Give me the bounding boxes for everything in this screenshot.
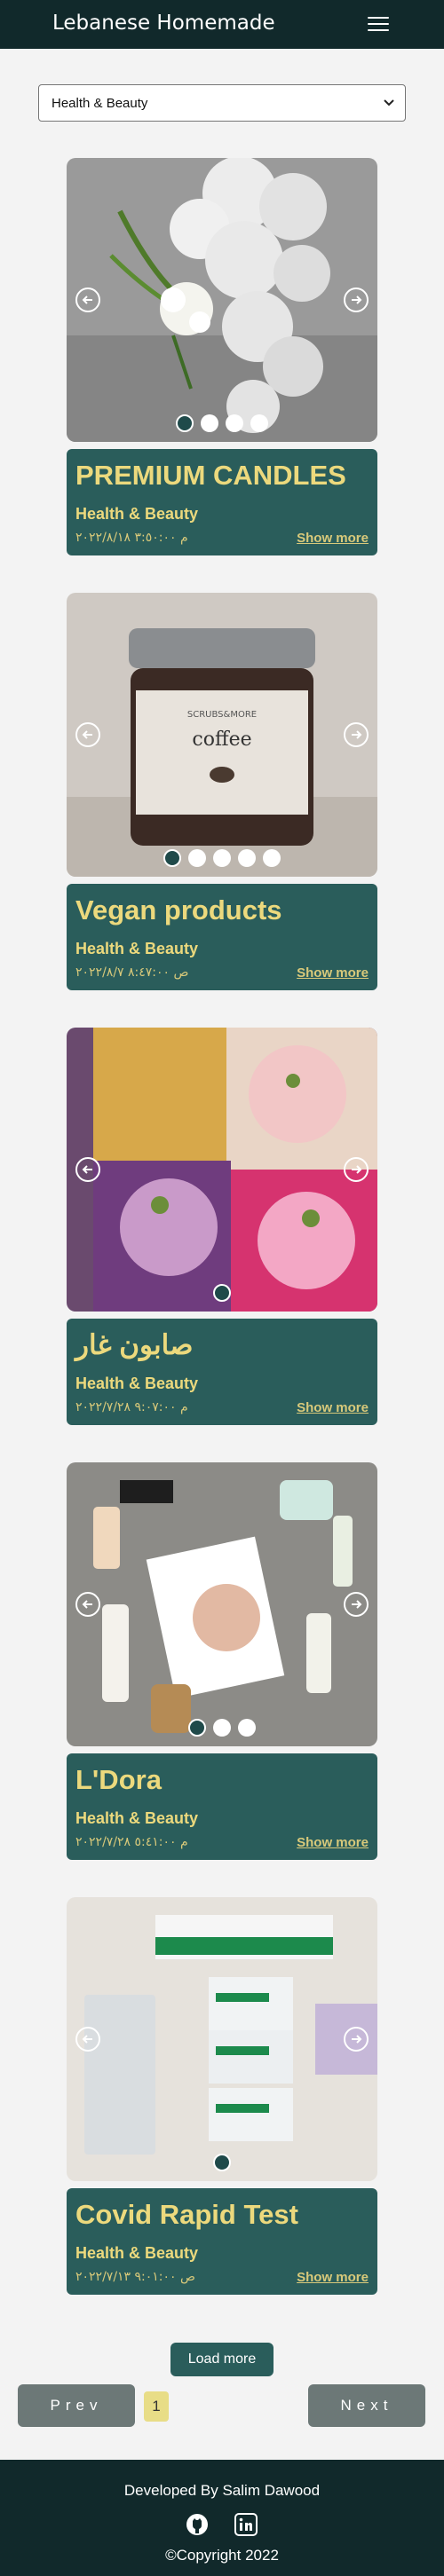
top-navbar: Lebanese Homemade <box>0 0 444 49</box>
carousel-next-button[interactable] <box>344 722 369 747</box>
product-carousel <box>67 158 377 442</box>
product-title: PREMIUM CANDLES <box>75 460 346 491</box>
carousel-next-button[interactable] <box>344 288 369 312</box>
product-photo <box>67 158 377 442</box>
carousel-dot[interactable] <box>188 1719 206 1737</box>
linkedin-icon[interactable] <box>234 2513 258 2536</box>
product-info: صابون غار Health & Beauty م ٩:٠٧:٠٠ ٢٠٢٢… <box>67 1319 377 1425</box>
carousel-next-button[interactable] <box>344 2027 369 2052</box>
brand-title[interactable]: Lebanese Homemade <box>52 12 275 35</box>
product-title: Covid Rapid Test <box>75 2199 298 2230</box>
category-select-value: Health & Beauty <box>52 96 148 111</box>
carousel-prev-button[interactable] <box>75 2027 100 2052</box>
carousel-dot[interactable] <box>213 2154 231 2171</box>
prev-page-button[interactable]: Prev <box>18 2384 135 2427</box>
copyright-text: ©Copyright 2022 <box>165 2547 279 2564</box>
product-photo <box>67 1462 377 1746</box>
carousel-prev-button[interactable] <box>75 722 100 747</box>
product-photo <box>67 1897 377 2181</box>
show-more-link[interactable]: Show more <box>297 1400 369 1415</box>
svg-text:coffee: coffee <box>192 729 251 751</box>
arrow-right-icon <box>352 730 362 739</box>
product-category: Health & Beauty <box>75 2244 199 2262</box>
carousel-next-button[interactable] <box>344 1157 369 1182</box>
arrow-right-icon <box>352 1165 362 1174</box>
carousel-prev-button[interactable] <box>75 1592 100 1617</box>
arrow-right-icon <box>352 295 362 304</box>
show-more-link[interactable]: Show more <box>297 1835 369 1850</box>
arrow-left-icon <box>82 1600 92 1609</box>
carousel-dot[interactable] <box>176 414 194 432</box>
carousel-indicators <box>67 1719 377 1738</box>
product-info: L'Dora Health & Beauty م ٥:٤١:٠٠ ٢٠٢٢/٧/… <box>67 1753 377 1860</box>
category-select[interactable]: Health & Beauty <box>38 84 406 122</box>
chevron-down-icon <box>384 99 394 106</box>
product-date: م ٩:٠٧:٠٠ ٢٠٢٢/٧/٢٨ <box>75 1400 188 1414</box>
product-date: ص ٨:٤٧:٠٠ ٢٠٢٢/٨/٧ <box>75 965 189 980</box>
product-photo <box>67 1028 377 1312</box>
carousel-next-button[interactable] <box>344 1592 369 1617</box>
carousel-dot[interactable] <box>188 849 206 867</box>
carousel-prev-button[interactable] <box>75 288 100 312</box>
developer-credit: Developed By Salim Dawood <box>123 2482 321 2499</box>
arrow-right-icon <box>352 1600 362 1609</box>
product-title: Vegan products <box>75 894 282 926</box>
carousel-dot[interactable] <box>163 849 181 867</box>
carousel-indicators <box>67 1284 377 1304</box>
carousel-dot[interactable] <box>201 414 218 432</box>
social-links <box>186 2513 266 2536</box>
product-date: م ٣:٥٠:٠٠ ٢٠٢٢/٨/١٨ <box>75 531 188 545</box>
carousel-dot[interactable] <box>226 414 243 432</box>
product-category: Health & Beauty <box>75 1375 199 1392</box>
arrow-right-icon <box>352 2035 362 2044</box>
arrow-left-icon <box>82 2035 92 2044</box>
product-carousel <box>67 1462 377 1746</box>
carousel-prev-button[interactable] <box>75 1157 100 1182</box>
product-carousel <box>67 1028 377 1312</box>
product-category: Health & Beauty <box>75 940 199 957</box>
carousel-indicators <box>67 849 377 869</box>
carousel-dot[interactable] <box>213 1284 231 1302</box>
arrow-left-icon <box>82 730 92 739</box>
site-footer: Developed By Salim Dawood ©Copyright 202… <box>0 2460 444 2576</box>
carousel-indicators <box>67 2154 377 2173</box>
carousel-indicators <box>67 414 377 434</box>
product-carousel <box>67 1897 377 2181</box>
show-more-link[interactable]: Show more <box>297 2270 369 2285</box>
product-title: L'Dora <box>75 1764 162 1795</box>
product-category: Health & Beauty <box>75 505 199 523</box>
product-photo: SCRUBS&MORE coffee <box>67 593 377 877</box>
product-carousel: SCRUBS&MORE coffee <box>67 593 377 877</box>
show-more-link[interactable]: Show more <box>297 531 369 546</box>
hamburger-icon[interactable] <box>368 17 389 33</box>
svg-text:SCRUBS&MORE: SCRUBS&MORE <box>187 710 257 720</box>
github-icon[interactable] <box>186 2513 209 2536</box>
carousel-dot[interactable] <box>263 849 281 867</box>
product-date: م ٥:٤١:٠٠ ٢٠٢٢/٧/٢٨ <box>75 1835 188 1849</box>
product-info: Vegan products Health & Beauty ص ٨:٤٧:٠٠… <box>67 884 377 990</box>
carousel-dot[interactable] <box>213 849 231 867</box>
product-title: صابون غار <box>75 1329 194 1360</box>
carousel-dot[interactable] <box>250 414 268 432</box>
next-page-button[interactable]: Next <box>308 2384 425 2427</box>
current-page-number[interactable]: 1 <box>144 2391 169 2422</box>
product-category: Health & Beauty <box>75 1809 199 1827</box>
carousel-dot[interactable] <box>238 1719 256 1737</box>
arrow-left-icon <box>82 1165 92 1174</box>
carousel-dot[interactable] <box>238 849 256 867</box>
carousel-dot[interactable] <box>213 1719 231 1737</box>
show-more-link[interactable]: Show more <box>297 965 369 981</box>
product-info: Covid Rapid Test Health & Beauty ص ٩:٠١:… <box>67 2188 377 2295</box>
product-info: PREMIUM CANDLES Health & Beauty م ٣:٥٠:٠… <box>67 449 377 555</box>
load-more-button[interactable]: Load more <box>170 2343 274 2376</box>
product-date: ص ٩:٠١:٠٠ ٢٠٢٢/٧/١٣ <box>75 2270 195 2284</box>
arrow-left-icon <box>82 295 92 304</box>
